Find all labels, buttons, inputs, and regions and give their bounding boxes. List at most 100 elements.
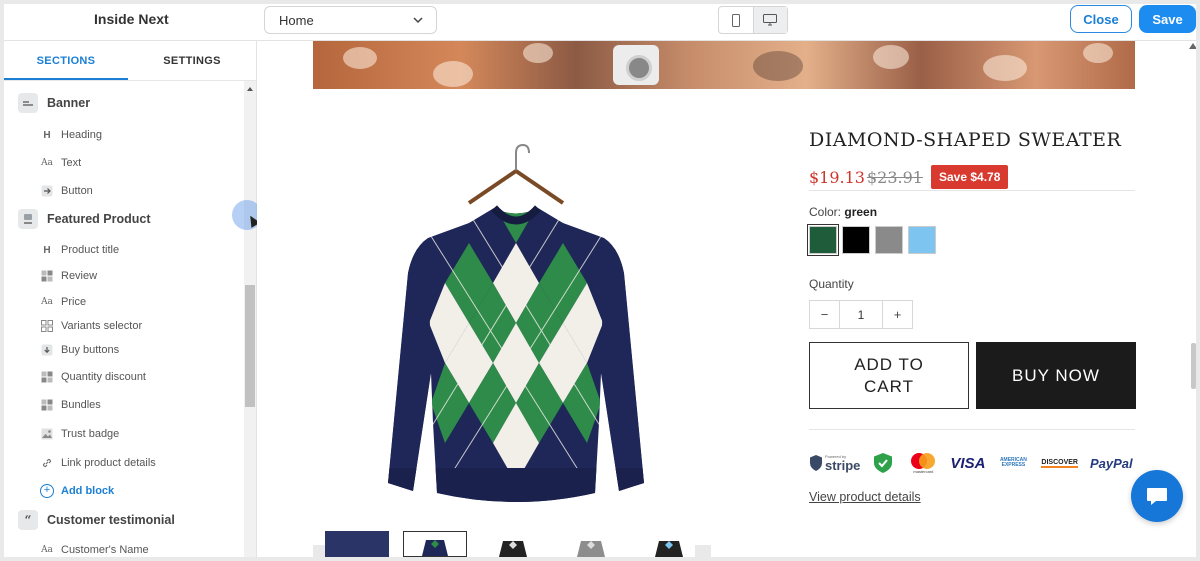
block-label: Buy buttons [61, 344, 120, 356]
scroll-up-arrow-icon[interactable] [1189, 43, 1196, 49]
block-review[interactable]: Review [40, 269, 97, 283]
add-block-button[interactable]: + Add block [40, 484, 114, 498]
amex-badge: AMERICAN EXPRESS [997, 456, 1029, 469]
block-label: Variants selector [61, 320, 143, 332]
color-swatches [807, 224, 936, 256]
add-to-cart-button[interactable]: ADD TO CART [809, 342, 969, 409]
save-badge: Save $4.78 [931, 165, 1009, 189]
scroll-up-arrow-icon[interactable] [247, 87, 253, 91]
block-buy-buttons[interactable]: Buy buttons [40, 343, 119, 357]
divider [809, 429, 1135, 430]
section-featured-product[interactable]: Featured Product [18, 209, 151, 229]
trust-badges: Powered by stripe mastercard VISA AMERIC… [809, 448, 1137, 478]
image-icon [40, 427, 54, 441]
text-icon: Aa [41, 545, 53, 555]
quantity-stepper: − 1 + [809, 300, 913, 329]
text-icon: Aa [41, 297, 53, 307]
visa-badge: VISA [950, 455, 985, 472]
thumbnail-1[interactable] [325, 531, 389, 557]
scrollbar-thumb[interactable] [245, 285, 255, 407]
quantity-label: Quantity [809, 277, 854, 291]
discover-text: DISCOVER [1041, 458, 1078, 468]
top-bar: Inside Next Home Close Save [4, 4, 1196, 41]
thumbnail-5[interactable] [637, 531, 701, 557]
thumbnail-2[interactable] [403, 531, 467, 557]
mobile-icon [731, 13, 740, 27]
preview-scrollbar-thumb[interactable] [1191, 343, 1196, 389]
link-icon [40, 456, 54, 470]
visa-text: VISA [950, 454, 986, 472]
block-quantity-discount[interactable]: Quantity discount [40, 370, 146, 384]
block-label: Price [61, 296, 87, 308]
selected-color: green [844, 205, 878, 219]
swatch-gray[interactable] [875, 226, 903, 254]
product-section-icon [18, 209, 38, 229]
product-title: DIAMOND-SHAPED SWEATER [809, 129, 1122, 151]
block-price[interactable]: Aa Price [40, 295, 86, 309]
section-banner[interactable]: Banner [18, 93, 90, 113]
product-main-image[interactable] [319, 123, 713, 523]
thumbnail-3[interactable] [481, 531, 545, 557]
swatch-black[interactable] [842, 226, 870, 254]
swatch-green[interactable] [807, 224, 839, 256]
block-trust-badge[interactable]: Trust badge [40, 427, 119, 441]
paypal-text: PayPal [1089, 455, 1133, 471]
color-label-text: Color: [809, 205, 842, 219]
swatch-light-blue[interactable] [908, 226, 936, 254]
app-title: Inside Next [94, 11, 169, 27]
preview-scrollbar[interactable] [1189, 41, 1196, 557]
banner-image [313, 41, 1135, 89]
decrease-quantity-button[interactable]: − [810, 301, 839, 328]
heading-icon: H [43, 129, 51, 141]
block-product-title[interactable]: H Product title [40, 243, 119, 257]
mastercard-text: mastercard [913, 469, 934, 474]
view-product-details-link[interactable]: View product details [809, 490, 921, 504]
thumbnail-4[interactable] [559, 531, 623, 557]
chat-button[interactable] [1131, 470, 1183, 522]
block-heading[interactable]: H Heading [40, 128, 102, 142]
bundles-icon [40, 398, 54, 412]
tab-settings[interactable]: SETTINGS [128, 41, 256, 80]
block-label: Button [61, 185, 93, 197]
mastercard-icon [911, 453, 936, 469]
desktop-view-button[interactable] [752, 7, 787, 33]
block-button[interactable]: Button [40, 184, 93, 198]
buy-now-button[interactable]: BUY NOW [976, 342, 1136, 409]
sale-price: $19.13 [809, 168, 865, 187]
review-icon [40, 269, 54, 283]
plus-circle-icon: + [40, 484, 54, 498]
thumb-next-icon[interactable] [695, 545, 711, 557]
banner-section-icon [18, 93, 38, 113]
discover-badge: DISCOVER [1041, 459, 1078, 468]
block-text[interactable]: Aa Text [40, 156, 81, 170]
block-label: Text [61, 157, 82, 169]
block-customers-name[interactable]: Aa Customer's Name [40, 543, 149, 557]
increase-quantity-button[interactable]: + [883, 301, 912, 328]
page-select[interactable]: Home [264, 6, 437, 34]
price-row: $19.13 $23.91 Save $4.78 [809, 165, 1135, 191]
quantity-input[interactable]: 1 [839, 301, 883, 328]
mobile-view-button[interactable] [719, 7, 753, 33]
sidebar: SECTIONS SETTINGS Banner H Heading Aa Te… [4, 41, 257, 557]
amex-text: AMERICAN EXPRESS [999, 456, 1027, 468]
buy-buttons-icon [40, 343, 54, 357]
variants-icon [40, 319, 54, 333]
block-bundles[interactable]: Bundles [40, 398, 101, 412]
color-label: Color: green [809, 205, 877, 219]
chat-bubble-icon [1147, 488, 1167, 505]
save-button[interactable]: Save [1139, 5, 1196, 33]
block-label: Quantity discount [61, 371, 146, 383]
paypal-badge: PayPal [1090, 456, 1133, 471]
block-link-product-details[interactable]: Link product details [40, 456, 156, 470]
chevron-down-icon [413, 17, 423, 24]
close-button[interactable]: Close [1070, 5, 1132, 33]
section-customer-testimonial[interactable]: “ Customer testimonial [18, 510, 175, 530]
block-variants-selector[interactable]: Variants selector [40, 319, 142, 333]
desktop-icon [763, 14, 778, 26]
quantity-discount-icon [40, 370, 54, 384]
sidebar-scrollbar[interactable] [244, 81, 256, 557]
stripe-badge: Powered by stripe [809, 454, 860, 472]
block-label: Heading [61, 129, 102, 141]
tab-sections[interactable]: SECTIONS [4, 41, 128, 80]
quote-icon: “ [18, 510, 38, 530]
